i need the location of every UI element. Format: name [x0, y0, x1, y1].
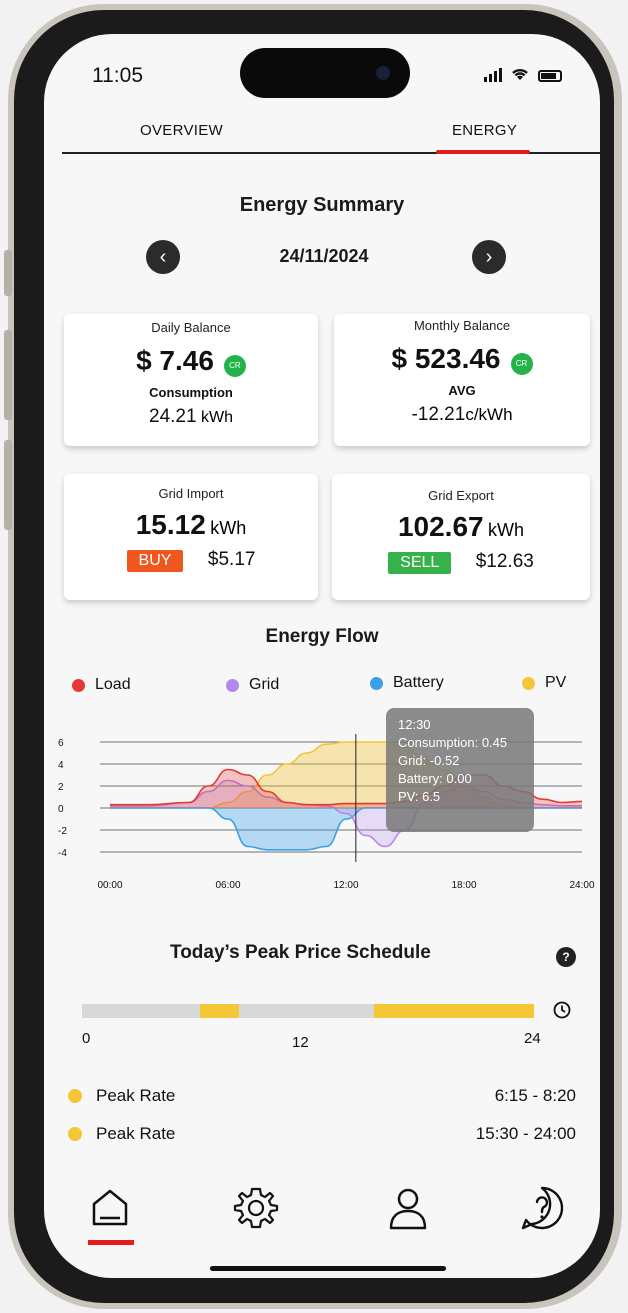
- grid-export-card: Grid Export 102.67 kWh SELL $12.63: [332, 474, 590, 600]
- y-tick-label: 4: [58, 760, 64, 771]
- peak-rate-label: Peak Rate: [96, 1124, 176, 1143]
- buy-tag: BUY: [126, 550, 184, 572]
- home-indicator: [210, 1266, 446, 1271]
- daily-balance-amount: $ 7.46: [136, 345, 214, 376]
- tooltip-pv: PV: 6.5: [398, 789, 441, 804]
- peak-rate-label: Peak Rate: [96, 1086, 176, 1105]
- peak-rate-range: 6:15 - 8:20: [494, 1086, 576, 1105]
- tab-overview[interactable]: OVERVIEW: [140, 122, 223, 139]
- grid-import-price: $5.17: [207, 549, 256, 570]
- avg-unit: c/kWh: [465, 405, 513, 424]
- help-question-icon[interactable]: [518, 1184, 566, 1232]
- camera-icon: [376, 66, 390, 80]
- tooltip-consumption: Consumption: 0.45: [398, 735, 508, 750]
- tab-energy[interactable]: ENERGY: [452, 122, 517, 139]
- tooltip-battery: Battery: 0.00: [398, 771, 472, 786]
- tooltip-time: 12:30: [398, 717, 431, 732]
- profile-icon[interactable]: [384, 1184, 432, 1232]
- peak-segment: [199, 1004, 239, 1018]
- active-tab-indicator: [436, 150, 530, 154]
- settings-gear-icon[interactable]: [232, 1184, 280, 1232]
- energy-flow-title: Energy Flow: [265, 626, 379, 647]
- signal-icon: [484, 68, 502, 82]
- schedule-axis-start: 0: [82, 1030, 91, 1047]
- legend-grid: Grid: [226, 676, 279, 694]
- daily-balance-label: Daily Balance: [151, 320, 231, 335]
- peak-schedule-bar: [82, 1004, 534, 1018]
- y-tick-label: -2: [58, 826, 67, 837]
- avg-value: -12.21: [411, 404, 466, 425]
- chart-tooltip: 12:30 Consumption: 0.45 Grid: -0.52 Batt…: [386, 708, 534, 832]
- grid-dot-icon: [226, 678, 239, 692]
- sell-tag: SELL: [388, 552, 452, 574]
- credit-badge: CR: [510, 352, 533, 375]
- battery-dot-icon: [370, 676, 383, 690]
- help-icon[interactable]: ?: [556, 947, 576, 967]
- schedule-title: Today’s Peak Price Schedule: [170, 942, 431, 963]
- peak-segment: [373, 1004, 534, 1018]
- summary-date: 24/11/2024: [279, 246, 369, 266]
- grid-export-value: 102.67: [397, 511, 484, 542]
- wifi-icon: [512, 68, 528, 80]
- x-tick-label: 06:00: [215, 880, 240, 891]
- peak-rate-range: 15:30 - 24:00: [475, 1124, 576, 1143]
- tab-bar: OVERVIEW ENERGY: [62, 122, 600, 154]
- schedule-axis-mid: 12: [292, 1034, 309, 1051]
- legend-label: Load: [95, 676, 131, 693]
- grid-import-label: Grid Import: [158, 486, 224, 501]
- consumption-value: 24.21: [149, 406, 197, 427]
- battery-icon: [538, 70, 562, 82]
- peak-dot-icon: [68, 1127, 82, 1141]
- schedule-axis-end: 24: [524, 1030, 541, 1047]
- home-icon[interactable]: [86, 1184, 134, 1232]
- status-icons: [484, 66, 562, 82]
- grid-export-price: $12.63: [475, 551, 534, 572]
- avg-label: AVG: [448, 383, 476, 398]
- pv-dot-icon: [522, 676, 535, 690]
- grid-export-unit: kWh: [488, 520, 525, 540]
- monthly-balance-amount: $ 523.46: [391, 343, 501, 374]
- peak-rate-item: Peak Rate 6:15 - 8:20: [68, 1086, 576, 1106]
- grid-import-unit: kWh: [210, 518, 247, 538]
- legend-load: Load: [72, 676, 131, 694]
- y-tick-label: 0: [58, 804, 64, 815]
- credit-badge: CR: [223, 354, 246, 377]
- legend-label: PV: [545, 674, 567, 691]
- next-date-button[interactable]: ›: [472, 240, 506, 274]
- tooltip-grid: Grid: -0.52: [398, 753, 460, 768]
- volume-button: [4, 250, 12, 296]
- active-nav-indicator: [88, 1240, 134, 1245]
- consumption-unit: kWh: [201, 409, 233, 426]
- legend-label: Grid: [249, 676, 280, 693]
- load-dot-icon: [72, 678, 85, 692]
- volume-button: [4, 440, 12, 530]
- x-tick-label: 12:00: [333, 880, 358, 891]
- y-tick-label: -4: [58, 848, 67, 859]
- monthly-balance-card: Monthly Balance $ 523.46 CR AVG -12.21c/k…: [334, 314, 590, 446]
- daily-balance-card: Daily Balance $ 7.46 CR Consumption 24.21…: [64, 314, 318, 446]
- status-time: 11:05: [92, 64, 143, 87]
- legend-pv: PV: [522, 674, 566, 692]
- x-tick-label: 18:00: [451, 880, 476, 891]
- phone-screen: 11:05 OVERVIEW ENERGY Energy Summary ‹ 2…: [44, 34, 600, 1278]
- monthly-balance-label: Monthly Balance: [413, 318, 511, 333]
- volume-button: [4, 330, 12, 420]
- peak-dot-icon: [68, 1089, 82, 1103]
- grid-export-label: Grid Export: [428, 488, 494, 503]
- legend-battery: Battery: [370, 674, 444, 692]
- grid-import-card: Grid Import 15.12 kWh BUY $5.17: [64, 474, 318, 600]
- dynamic-island: [240, 48, 410, 98]
- legend-label: Battery: [393, 674, 444, 691]
- peak-rate-item: Peak Rate 15:30 - 24:00: [68, 1124, 576, 1144]
- clock-icon[interactable]: [552, 1000, 572, 1020]
- grid-import-value: 15.12: [135, 509, 206, 540]
- y-tick-label: 2: [58, 782, 64, 793]
- energy-summary-title: Energy Summary: [239, 194, 405, 216]
- x-tick-label: 24:00: [569, 880, 594, 891]
- prev-date-button[interactable]: ‹: [146, 240, 180, 274]
- y-tick-label: 6: [58, 738, 64, 749]
- consumption-label: Consumption: [149, 385, 233, 400]
- x-tick-label: 00:00: [97, 880, 122, 891]
